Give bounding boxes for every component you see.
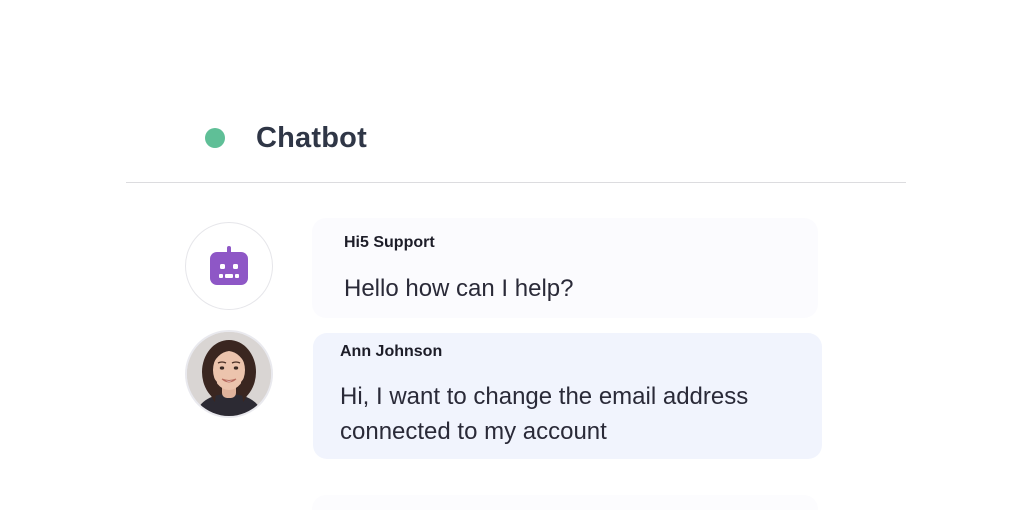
online-status-dot-icon <box>205 128 225 148</box>
user-message-text: Hi, I want to change the email address c… <box>340 383 749 445</box>
bot-avatar <box>185 222 273 310</box>
robot-icon <box>210 246 248 285</box>
bot-message-bubble: Hi5 Support Hello how can I help? <box>312 218 818 318</box>
bot-sender-name: Hi5 Support <box>344 234 435 251</box>
user-sender-name: Ann Johnson <box>340 343 443 360</box>
chat-window: Chatbot Hi5 Support Hello how can I help… <box>0 0 1025 510</box>
header-divider <box>126 182 906 183</box>
chat-header: Chatbot <box>205 118 367 158</box>
user-message-bubble: Ann Johnson Hi, I want to change the ema… <box>313 333 822 459</box>
user-avatar <box>185 330 273 418</box>
bot-message-text: Hello how can I help? <box>344 275 574 302</box>
next-message-bubble <box>312 495 818 510</box>
chat-title: Chatbot <box>256 121 367 154</box>
user-photo <box>187 332 271 416</box>
